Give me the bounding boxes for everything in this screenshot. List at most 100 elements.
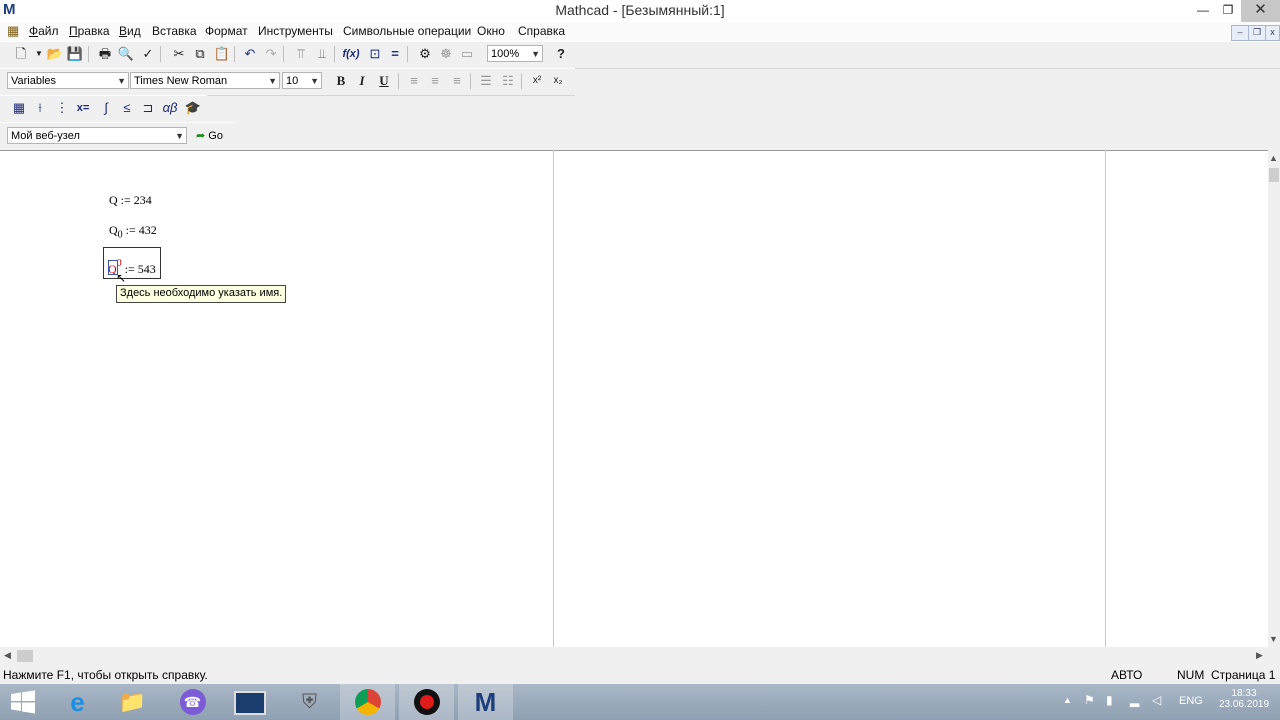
help-icon[interactable]: ? (552, 45, 570, 63)
insert-function-icon[interactable]: f(x) (342, 45, 360, 63)
math-region[interactable]: Q0 := 432 (109, 223, 157, 240)
align-top-icon[interactable]: ⫪ (292, 45, 310, 63)
style-select[interactable]: Variables ▼ (7, 72, 129, 89)
tray-expand-icon[interactable]: ▲ (1063, 695, 1072, 705)
subscript-button[interactable]: x₂ (549, 72, 567, 90)
taskbar-monitor[interactable] (222, 684, 277, 720)
tooltip: Здесь необходимо указать имя. (116, 285, 287, 303)
internet-explorer-icon: e (70, 687, 85, 717)
insert-region-icon[interactable]: ▭ (458, 45, 476, 63)
clock-date: 23.06.2019 (1218, 699, 1270, 710)
tray-network-icon[interactable]: ▂ (1130, 693, 1139, 707)
menu-edit[interactable]: Правка (69, 24, 110, 38)
taskbar-viber[interactable]: ☎ (165, 684, 220, 720)
tray-flag-icon[interactable]: ⚑ (1084, 693, 1095, 707)
tray-volume-icon[interactable]: ◁ (1152, 693, 1161, 707)
document-icon[interactable]: ▦ (7, 23, 23, 39)
scroll-left-icon[interactable]: ◀ (4, 650, 11, 661)
taskbar-security[interactable]: ⛨ (282, 684, 337, 720)
menu-tools[interactable]: Инструменты (258, 24, 333, 38)
menu-insert[interactable]: Вставка (152, 24, 197, 38)
scroll-up-icon[interactable]: ▲ (1269, 153, 1278, 163)
calculator-icon[interactable]: ▦ (10, 99, 28, 117)
boolean-icon[interactable]: ≤ (118, 99, 136, 117)
new-document-icon[interactable]: 🗋 (12, 45, 30, 63)
start-button[interactable] (10, 690, 36, 714)
font-size-select[interactable]: 10 ▼ (282, 72, 322, 89)
web-address-select[interactable]: Мой веб-узел ▼ (7, 127, 187, 144)
tray-language[interactable]: ENG (1179, 695, 1203, 707)
menu-format[interactable]: Формат (205, 24, 248, 38)
close-button[interactable]: ✕ (1241, 0, 1280, 22)
vertical-scroll-thumb[interactable] (1269, 168, 1279, 182)
print-preview-icon[interactable]: 🔍 (117, 45, 135, 63)
insert-unit-icon[interactable]: ⊡ (366, 45, 384, 63)
open-icon[interactable]: 📂 (46, 45, 64, 63)
zoom-select[interactable]: 100% ▼ (487, 45, 543, 62)
mouse-pointer-icon: ↖ (116, 271, 127, 285)
copy-icon[interactable]: ⧉ (191, 45, 209, 63)
tray-clock[interactable]: 18:33 23.06.2019 (1216, 688, 1272, 710)
cut-icon[interactable]: ✂ (170, 45, 188, 63)
save-icon[interactable]: 💾 (66, 45, 84, 63)
worksheet[interactable] (0, 150, 1268, 648)
print-icon[interactable]: 🖶 (96, 45, 114, 63)
evaluation-icon[interactable]: x= (74, 99, 92, 117)
calculus-icon[interactable]: ∫ (97, 99, 115, 117)
align-down-icon[interactable]: ⫫ (313, 45, 331, 63)
assign-operator: := (125, 223, 136, 237)
paste-icon[interactable]: 📋 (213, 45, 231, 63)
bullet-list-icon[interactable]: ☰ (477, 72, 495, 90)
font-select[interactable]: Times New Roman ▼ (130, 72, 280, 89)
underline-button[interactable]: U (375, 72, 393, 90)
taskbar-chrome[interactable] (340, 684, 395, 720)
scroll-right-icon[interactable]: ▶ (1256, 650, 1263, 661)
undo-icon[interactable]: ↶ (241, 45, 259, 63)
taskbar-ie[interactable]: e (50, 684, 105, 720)
restore-button[interactable]: ❐ (1213, 0, 1243, 22)
assign-operator: := (120, 193, 131, 207)
matrix-icon[interactable]: ⋮ (53, 99, 71, 117)
monitor-icon (233, 691, 266, 715)
scroll-down-icon[interactable]: ▼ (1269, 634, 1278, 644)
menu-help[interactable]: Справка (518, 24, 565, 38)
insert-component-icon[interactable]: ⚙ (416, 45, 434, 63)
taskbar-mathcad[interactable]: M (458, 684, 513, 720)
value: 543 (137, 262, 156, 276)
italic-button[interactable]: I (353, 72, 371, 90)
spellcheck-icon[interactable]: ✓ (139, 45, 157, 63)
menu-file[interactable]: Файл (29, 24, 59, 38)
bold-button[interactable]: B (332, 72, 350, 90)
doc-minimize-button[interactable]: – (1231, 25, 1249, 41)
go-button[interactable]: ➦ Go (196, 129, 223, 142)
math-region[interactable]: Q := 234 (109, 193, 152, 208)
greek-icon[interactable]: αβ (161, 99, 179, 117)
align-left-icon[interactable]: ≡ (405, 72, 423, 90)
resource-center-icon[interactable]: ☸ (437, 45, 455, 63)
graph-icon[interactable]: ⟊ (31, 99, 49, 117)
page-boundary (1105, 150, 1106, 647)
superscript-button[interactable]: x² (528, 72, 546, 90)
calculate-icon[interactable]: = (386, 45, 404, 63)
redo-icon[interactable]: ↷ (262, 45, 280, 63)
taskbar-recorder[interactable] (399, 684, 454, 720)
programming-icon[interactable]: ⊐ (139, 99, 157, 117)
menu-window[interactable]: Окно (477, 24, 505, 38)
doc-restore-button[interactable]: ❐ (1248, 25, 1266, 41)
variable-name: Q (109, 193, 118, 207)
menu-view[interactable]: Вид (119, 24, 141, 38)
symbolic-icon[interactable]: 🎓 (184, 99, 202, 117)
doc-close-button[interactable]: x (1265, 25, 1280, 41)
menu-symbolics[interactable]: Символьные операции (343, 24, 471, 38)
horizontal-scroll-thumb[interactable] (17, 650, 33, 662)
value: 234 (133, 193, 152, 207)
clock-time: 18:33 (1231, 688, 1257, 699)
taskbar-explorer[interactable]: 📁 (105, 684, 160, 720)
align-center-icon[interactable]: ≡ (426, 72, 444, 90)
tray-power-icon[interactable]: ▮ (1106, 693, 1113, 707)
value: 432 (138, 223, 157, 237)
vertical-scrollbar[interactable] (1268, 150, 1280, 647)
numbered-list-icon[interactable]: ☷ (499, 72, 517, 90)
horizontal-scrollbar[interactable] (0, 647, 1268, 665)
align-right-icon[interactable]: ≡ (448, 72, 466, 90)
